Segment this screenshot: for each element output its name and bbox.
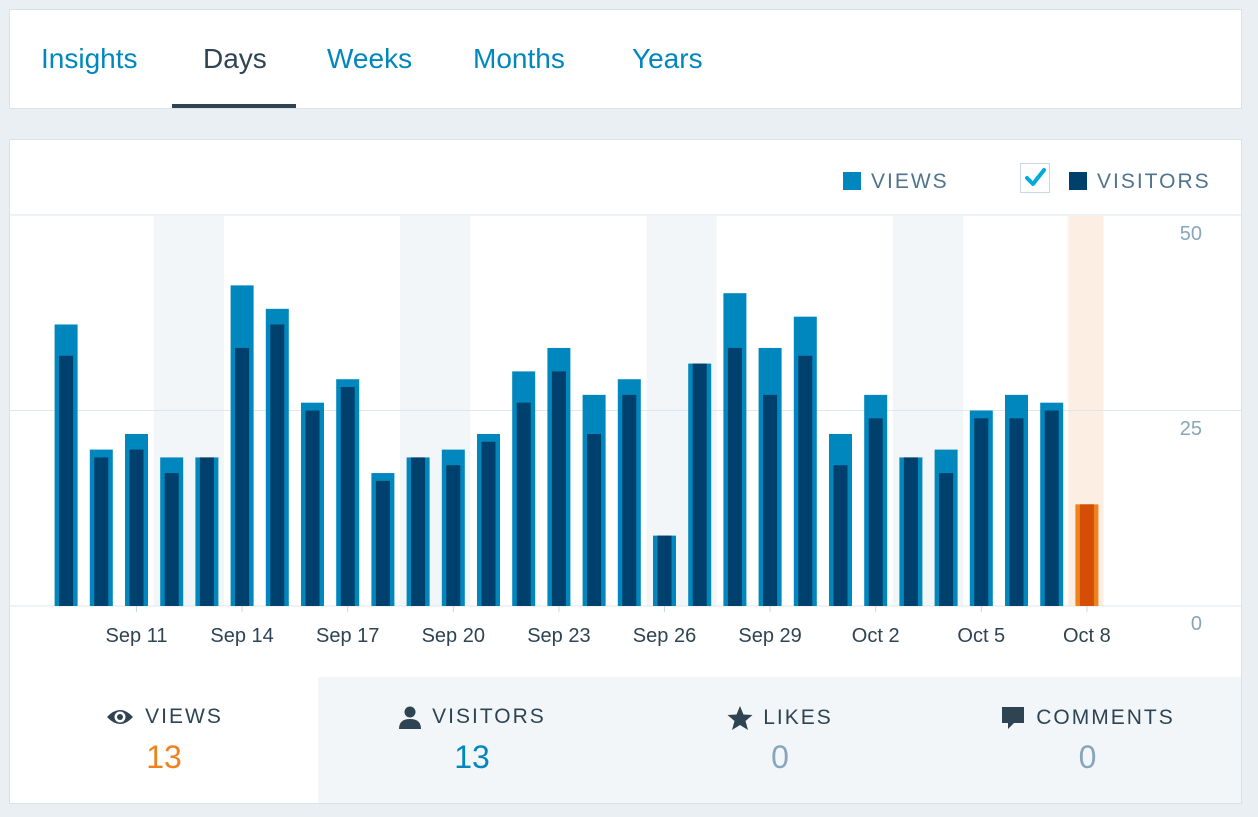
- x-tick-label: Oct 8: [1063, 625, 1111, 647]
- visitors-bar[interactable]: [727, 347, 742, 606]
- visitors-bar[interactable]: [481, 441, 496, 606]
- visitors-bar[interactable]: [974, 418, 989, 606]
- visitors-bar[interactable]: [94, 457, 109, 606]
- stat-views-label: VIEWS: [145, 705, 223, 728]
- stat-likes[interactable]: LIKES 0: [626, 677, 934, 803]
- bar-chart: Sep 11 Sep 14 Sep 17 Sep 20 Sep 23 Sep 26 Sep …: [10, 214, 1241, 647]
- stat-comments-label: COMMENTS: [1036, 706, 1175, 729]
- visitors-bar[interactable]: [305, 410, 320, 607]
- visitors-bar[interactable]: [375, 480, 390, 606]
- stat-visitors[interactable]: VISITORS 13: [318, 677, 626, 803]
- visitors-bar[interactable]: [939, 473, 954, 606]
- visitors-bar[interactable]: [164, 473, 179, 606]
- visitors-bar[interactable]: [1079, 504, 1094, 606]
- x-tick-label: Sep 29: [738, 625, 801, 647]
- stat-views[interactable]: VIEWS 13: [10, 677, 318, 803]
- visitors-bar[interactable]: [903, 457, 918, 606]
- stat-views-value: 13: [146, 739, 182, 775]
- visitors-bar[interactable]: [551, 371, 566, 606]
- y-tick-label: 50: [1180, 223, 1202, 245]
- person-icon: [399, 706, 422, 729]
- visitors-bar[interactable]: [516, 402, 531, 606]
- visitors-bar[interactable]: [1044, 410, 1059, 607]
- x-tick-label: Sep 11: [106, 625, 168, 647]
- stat-likes-label: LIKES: [763, 706, 833, 729]
- x-tick-label: Oct 2: [852, 625, 900, 647]
- visitors-bar[interactable]: [657, 535, 672, 606]
- star-icon: [727, 706, 753, 730]
- x-tick-label: Oct 5: [957, 625, 1005, 647]
- visitors-bar[interactable]: [868, 418, 883, 606]
- visitors-bar[interactable]: [622, 394, 637, 606]
- visitors-bar[interactable]: [199, 457, 214, 606]
- visitors-bar[interactable]: [235, 347, 250, 606]
- stat-likes-value: 0: [771, 739, 789, 775]
- x-tick-label: Sep 14: [210, 625, 273, 647]
- visitors-bar[interactable]: [1009, 418, 1024, 606]
- stat-comments[interactable]: COMMENTS 0: [934, 677, 1241, 803]
- visitors-bar[interactable]: [129, 449, 144, 606]
- visitors-bar[interactable]: [587, 433, 602, 606]
- y-tick-label: 0: [1191, 613, 1202, 635]
- stat-visitors-value: 13: [454, 739, 490, 775]
- x-tick-label: Sep 20: [422, 625, 485, 647]
- x-tick-label: Sep 26: [633, 625, 696, 647]
- visitors-bar[interactable]: [340, 387, 355, 606]
- visitors-bar[interactable]: [59, 355, 74, 606]
- visitors-bar[interactable]: [798, 355, 813, 606]
- visitors-bar[interactable]: [411, 457, 426, 606]
- comment-icon: [1002, 707, 1025, 729]
- eye-icon: [107, 710, 134, 724]
- y-tick-label: 25: [1180, 418, 1202, 440]
- stat-visitors-label: VISITORS: [432, 705, 546, 728]
- visitors-bar[interactable]: [446, 465, 461, 606]
- x-tick-label: Sep 17: [316, 625, 379, 647]
- visitors-bar[interactable]: [763, 394, 778, 606]
- stat-comments-value: 0: [1078, 739, 1097, 775]
- x-tick-label: Sep 23: [527, 625, 590, 647]
- visitors-bar[interactable]: [692, 363, 707, 606]
- visitors-bar[interactable]: [270, 324, 285, 606]
- visitors-bar[interactable]: [833, 465, 848, 606]
